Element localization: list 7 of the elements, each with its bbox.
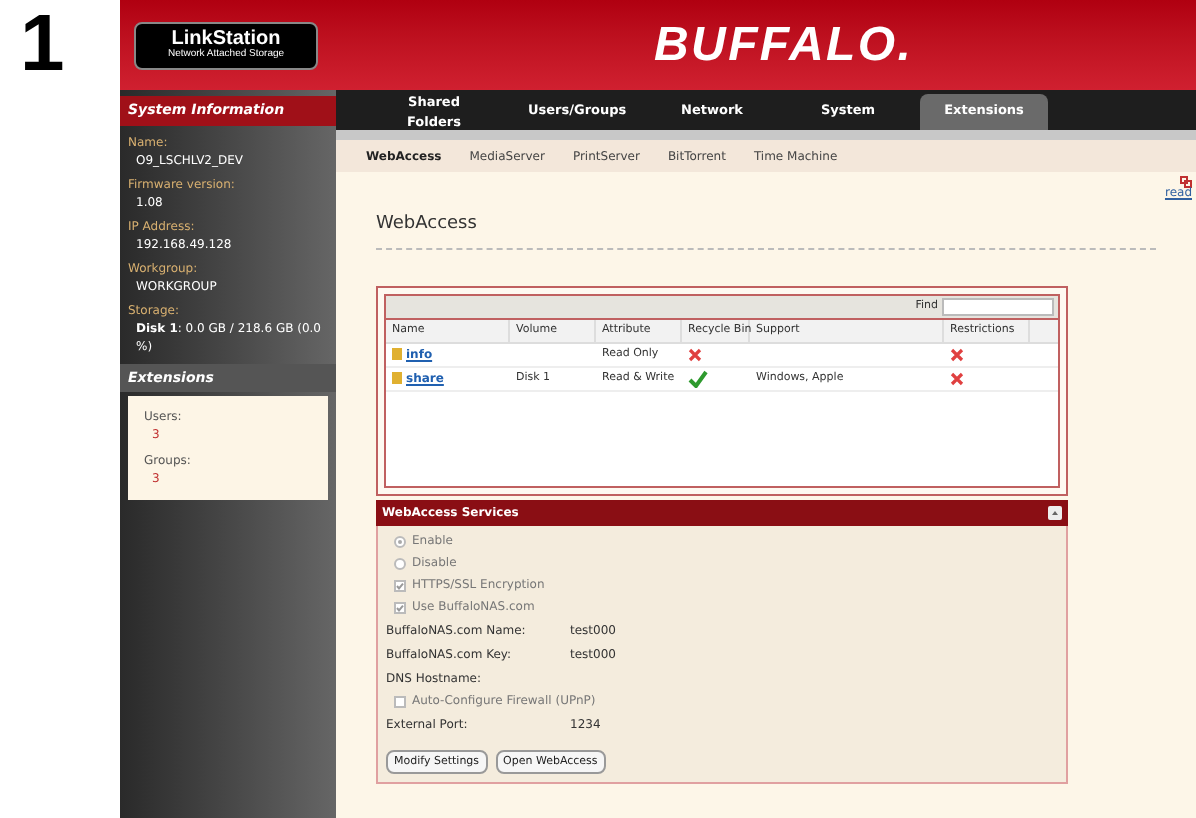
- page-title: WebAccess: [376, 212, 479, 238]
- link-icon: [1180, 176, 1192, 188]
- find-field[interactable]: [942, 297, 1054, 315]
- brand-logo: BUFFALO.: [654, 15, 914, 75]
- collapse-icon[interactable]: [1048, 505, 1062, 519]
- logo-title: LinkStation: [171, 30, 281, 50]
- step-number: 1: [20, 0, 65, 88]
